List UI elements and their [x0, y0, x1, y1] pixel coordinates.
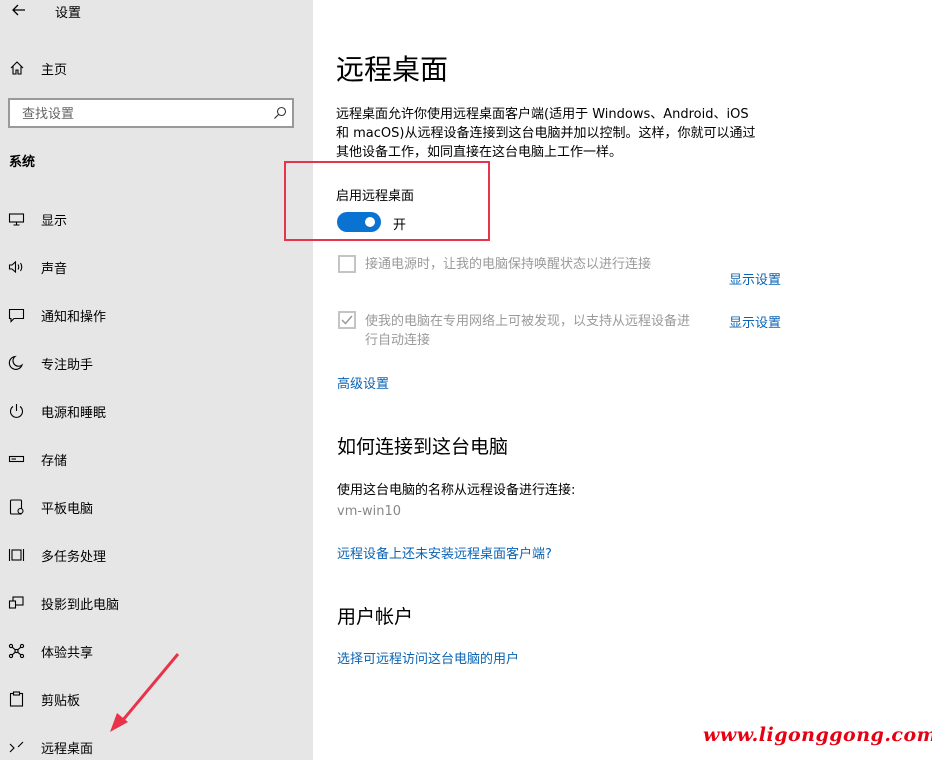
display-icon [8, 213, 25, 226]
search-input[interactable] [10, 100, 274, 128]
sidebar-item-multitasking[interactable]: 多任务处理 [0, 535, 313, 575]
toggle-knob [365, 217, 375, 227]
page-title: 远程桌面 [336, 53, 449, 86]
back-arrow-icon [12, 4, 25, 16]
user-accounts-heading: 用户帐户 [337, 606, 414, 628]
search-box [8, 98, 294, 128]
sidebar-item-label: 投影到此电脑 [41, 598, 120, 613]
notification-icon [8, 308, 25, 323]
sidebar-item-storage[interactable]: 存储 [0, 439, 313, 479]
section-title: 系统 [9, 155, 36, 170]
remote-desktop-icon [9, 741, 24, 753]
home-icon [10, 61, 24, 75]
projecting-icon [8, 596, 24, 609]
connect-heading: 如何连接到这台电脑 [337, 436, 509, 458]
sidebar-item-label: 平板电脑 [41, 502, 94, 517]
tablet-icon [9, 499, 24, 515]
back-button[interactable] [10, 0, 28, 20]
sidebar-item-label: 剪贴板 [41, 694, 81, 709]
toggle-state-label: 开 [393, 218, 407, 233]
search-icon[interactable] [273, 106, 287, 120]
pc-name: vm-win10 [337, 504, 402, 519]
sidebar-item-label: 专注助手 [41, 358, 94, 373]
sidebar-item-label: 电源和睡眠 [41, 406, 107, 421]
annotation-arrow-icon [110, 653, 180, 732]
storage-icon [8, 455, 25, 463]
window-title: 设置 [55, 6, 82, 21]
discoverable-label: 使我的电脑在专用网络上可被发现，以支持从远程设备进 行自动连接 [365, 312, 690, 350]
sidebar-item-sound[interactable]: 声音 [0, 247, 313, 287]
main-content: 远程桌面 远程桌面允许你使用远程桌面客户端(适用于 Windows、Androi… [313, 0, 932, 760]
description-line: 远程桌面允许你使用远程桌面客户端(适用于 Windows、Android、iOS [336, 107, 749, 122]
moon-icon [8, 355, 24, 370]
description-line: 和 macOS)从远程设备连接到这台电脑并加以控制。这样，你就可以通过 [336, 126, 756, 141]
show-settings-link[interactable]: 显示设置 [729, 269, 781, 288]
sidebar-item-home[interactable]: 主页 [0, 54, 313, 82]
sidebar-item-label: 通知和操作 [41, 310, 107, 325]
show-settings-link[interactable]: 显示设置 [729, 312, 781, 331]
sidebar-item-tablet[interactable]: 平板电脑 [0, 487, 313, 527]
sidebar-item-focus-assist[interactable]: 专注助手 [0, 343, 313, 383]
sidebar-item-label: 存储 [41, 454, 68, 469]
sidebar-item-label: 多任务处理 [41, 550, 107, 565]
discoverable-checkbox[interactable] [338, 311, 356, 329]
keep-awake-checkbox[interactable] [338, 255, 356, 273]
sidebar-item-power-sleep[interactable]: 电源和睡眠 [0, 391, 313, 431]
speaker-icon [8, 260, 23, 274]
keep-awake-label: 接通电源时，让我的电脑保持唤醒状态以进行连接 [365, 257, 652, 272]
watermark: www.ligonggong.com [703, 724, 932, 746]
checkmark-icon [341, 315, 353, 325]
select-users-link[interactable]: 选择可远程访问这台电脑的用户 [337, 648, 519, 667]
install-client-link[interactable]: 远程设备上还未安装远程桌面客户端? [337, 543, 552, 562]
sidebar-item-label: 主页 [41, 63, 68, 78]
multitasking-icon [8, 549, 25, 561]
shared-experiences-icon [8, 643, 25, 659]
power-icon [9, 404, 24, 418]
sidebar-item-label: 体验共享 [41, 646, 94, 661]
description-line: 其他设备工作，如同直接在这台电脑上工作一样。 [336, 145, 623, 160]
enable-remote-desktop-toggle[interactable] [337, 212, 381, 232]
description: 远程桌面允许你使用远程桌面客户端(适用于 Windows、Android、iOS… [336, 105, 796, 162]
sidebar-item-label: 远程桌面 [41, 742, 94, 757]
sidebar: 设置 主页 系统 显示 声音 通知和操作 [0, 0, 313, 760]
sidebar-item-label: 显示 [41, 214, 68, 229]
sidebar-item-project[interactable]: 投影到此电脑 [0, 583, 313, 623]
discoverable-label-line: 行自动连接 [365, 333, 431, 348]
sidebar-item-notifications[interactable]: 通知和操作 [0, 295, 313, 335]
sidebar-item-label: 声音 [41, 262, 68, 277]
connect-instruction: 使用这台电脑的名称从远程设备进行连接: [337, 483, 576, 498]
enable-remote-desktop-label: 启用远程桌面 [336, 189, 415, 204]
discoverable-label-line: 使我的电脑在专用网络上可被发现，以支持从远程设备进 [365, 314, 691, 329]
sidebar-item-display[interactable]: 显示 [0, 199, 313, 239]
advanced-settings-link[interactable]: 高级设置 [337, 373, 389, 392]
clipboard-icon [9, 691, 24, 707]
